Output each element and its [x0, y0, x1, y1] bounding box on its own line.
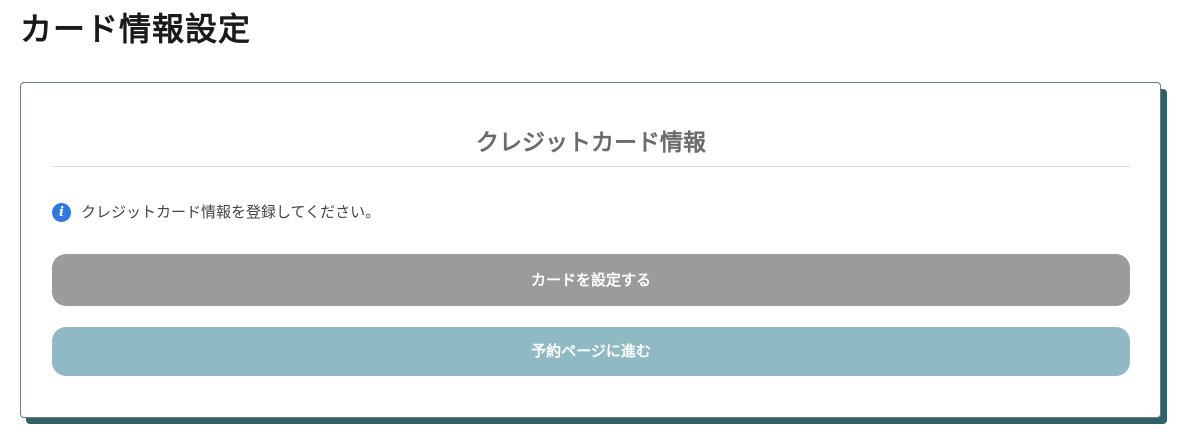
- credit-card-info-panel: クレジットカード情報 i クレジットカード情報を登録してください。 カードを設定…: [20, 82, 1161, 418]
- card-title: クレジットカード情報: [476, 130, 706, 156]
- set-card-button[interactable]: カードを設定する: [52, 254, 1130, 306]
- info-message: i クレジットカード情報を登録してください。: [52, 201, 380, 223]
- proceed-to-reservation-button[interactable]: 予約ページに進む: [52, 327, 1130, 376]
- info-icon: i: [52, 202, 71, 222]
- card-divider: [52, 166, 1130, 167]
- info-text: クレジットカード情報を登録してください。: [81, 203, 381, 221]
- page-title: カード情報設定: [20, 10, 252, 48]
